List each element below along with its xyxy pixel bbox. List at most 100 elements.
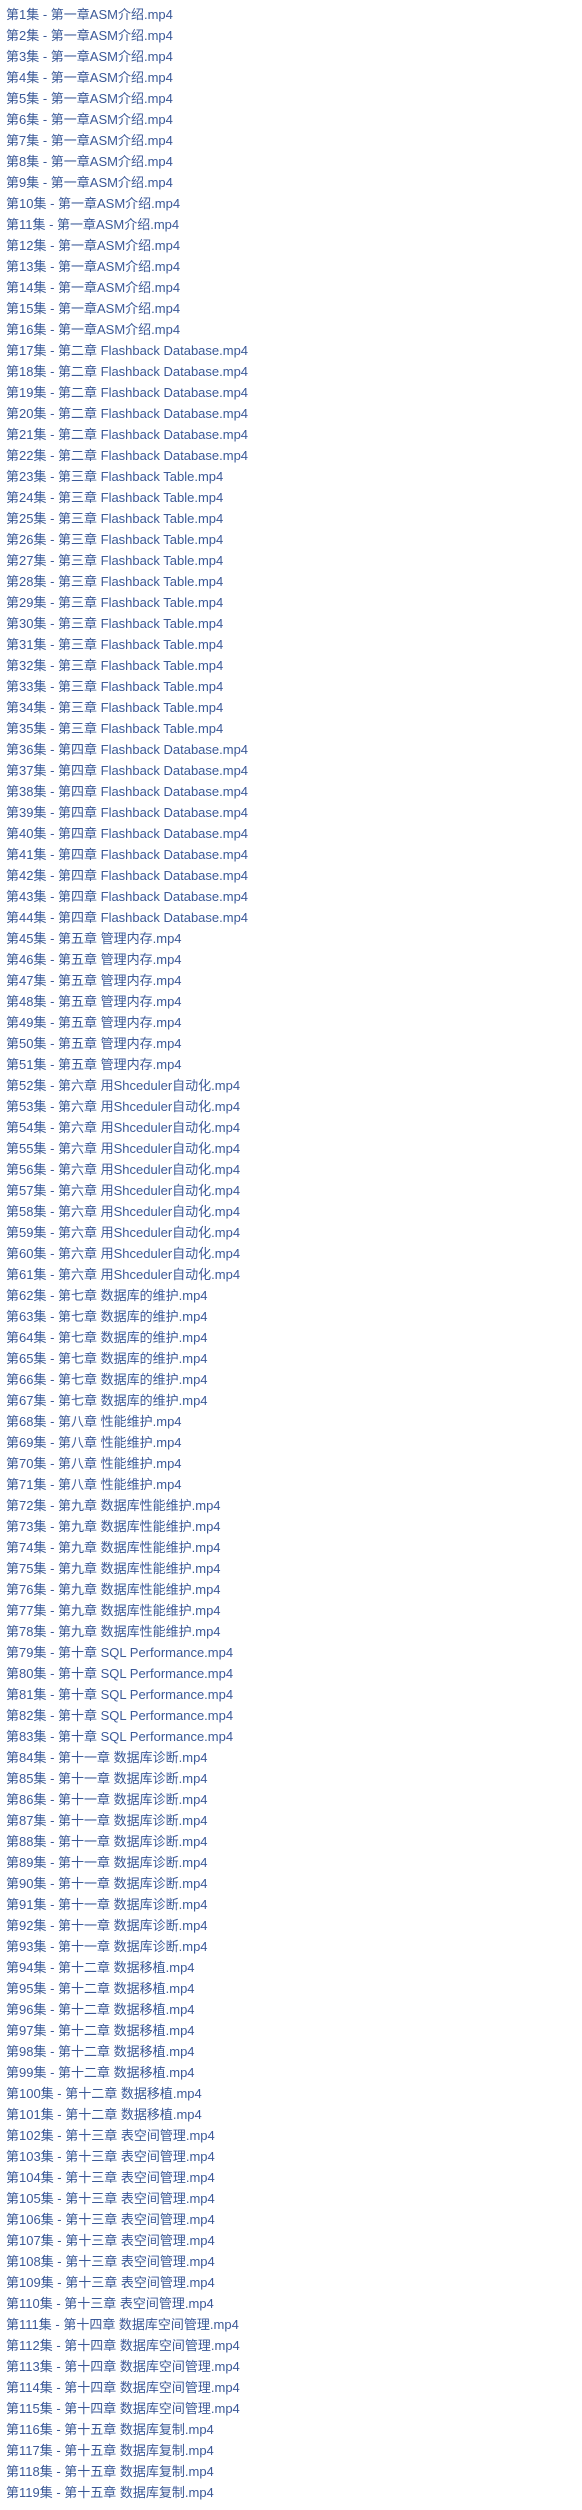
- file-link[interactable]: 第50集 - 第五章 管理内存.mp4: [6, 1033, 576, 1054]
- file-link[interactable]: 第70集 - 第八章 性能维护.mp4: [6, 1453, 576, 1474]
- file-link[interactable]: 第34集 - 第三章 Flashback Table.mp4: [6, 697, 576, 718]
- file-link[interactable]: 第84集 - 第十一章 数据库诊断.mp4: [6, 1747, 576, 1768]
- file-link[interactable]: 第64集 - 第七章 数据库的维护.mp4: [6, 1327, 576, 1348]
- file-link[interactable]: 第6集 - 第一章ASM介绍.mp4: [6, 109, 576, 130]
- file-link[interactable]: 第82集 - 第十章 SQL Performance.mp4: [6, 1705, 576, 1726]
- file-link[interactable]: 第92集 - 第十一章 数据库诊断.mp4: [6, 1915, 576, 1936]
- file-link[interactable]: 第11集 - 第一章ASM介绍.mp4: [6, 214, 576, 235]
- file-link[interactable]: 第29集 - 第三章 Flashback Table.mp4: [6, 592, 576, 613]
- file-link[interactable]: 第83集 - 第十章 SQL Performance.mp4: [6, 1726, 576, 1747]
- file-link[interactable]: 第4集 - 第一章ASM介绍.mp4: [6, 67, 576, 88]
- file-link[interactable]: 第58集 - 第六章 用Shceduler自动化.mp4: [6, 1201, 576, 1222]
- file-link[interactable]: 第86集 - 第十一章 数据库诊断.mp4: [6, 1789, 576, 1810]
- file-link[interactable]: 第3集 - 第一章ASM介绍.mp4: [6, 46, 576, 67]
- file-link[interactable]: 第23集 - 第三章 Flashback Table.mp4: [6, 466, 576, 487]
- file-link[interactable]: 第36集 - 第四章 Flashback Database.mp4: [6, 739, 576, 760]
- file-link[interactable]: 第68集 - 第八章 性能维护.mp4: [6, 1411, 576, 1432]
- file-link[interactable]: 第96集 - 第十二章 数据移植.mp4: [6, 1999, 576, 2020]
- file-link[interactable]: 第91集 - 第十一章 数据库诊断.mp4: [6, 1894, 576, 1915]
- file-link[interactable]: 第60集 - 第六章 用Shceduler自动化.mp4: [6, 1243, 576, 1264]
- file-link[interactable]: 第107集 - 第十三章 表空间管理.mp4: [6, 2230, 576, 2251]
- file-link[interactable]: 第116集 - 第十五章 数据库复制.mp4: [6, 2419, 576, 2440]
- file-link[interactable]: 第10集 - 第一章ASM介绍.mp4: [6, 193, 576, 214]
- file-link[interactable]: 第94集 - 第十二章 数据移植.mp4: [6, 1957, 576, 1978]
- file-link[interactable]: 第75集 - 第九章 数据库性能维护.mp4: [6, 1558, 576, 1579]
- file-link[interactable]: 第93集 - 第十一章 数据库诊断.mp4: [6, 1936, 576, 1957]
- file-link[interactable]: 第53集 - 第六章 用Shceduler自动化.mp4: [6, 1096, 576, 1117]
- file-link[interactable]: 第103集 - 第十三章 表空间管理.mp4: [6, 2146, 576, 2167]
- file-link[interactable]: 第87集 - 第十一章 数据库诊断.mp4: [6, 1810, 576, 1831]
- file-link[interactable]: 第73集 - 第九章 数据库性能维护.mp4: [6, 1516, 576, 1537]
- file-link[interactable]: 第14集 - 第一章ASM介绍.mp4: [6, 277, 576, 298]
- file-link[interactable]: 第97集 - 第十二章 数据移植.mp4: [6, 2020, 576, 2041]
- file-link[interactable]: 第31集 - 第三章 Flashback Table.mp4: [6, 634, 576, 655]
- file-link[interactable]: 第19集 - 第二章 Flashback Database.mp4: [6, 382, 576, 403]
- file-link[interactable]: 第21集 - 第二章 Flashback Database.mp4: [6, 424, 576, 445]
- file-link[interactable]: 第16集 - 第一章ASM介绍.mp4: [6, 319, 576, 340]
- file-link[interactable]: 第61集 - 第六章 用Shceduler自动化.mp4: [6, 1264, 576, 1285]
- file-link[interactable]: 第12集 - 第一章ASM介绍.mp4: [6, 235, 576, 256]
- file-link[interactable]: 第38集 - 第四章 Flashback Database.mp4: [6, 781, 576, 802]
- file-link[interactable]: 第119集 - 第十五章 数据库复制.mp4: [6, 2482, 576, 2503]
- file-link[interactable]: 第39集 - 第四章 Flashback Database.mp4: [6, 802, 576, 823]
- file-link[interactable]: 第27集 - 第三章 Flashback Table.mp4: [6, 550, 576, 571]
- file-link[interactable]: 第46集 - 第五章 管理内存.mp4: [6, 949, 576, 970]
- file-link[interactable]: 第48集 - 第五章 管理内存.mp4: [6, 991, 576, 1012]
- file-link[interactable]: 第37集 - 第四章 Flashback Database.mp4: [6, 760, 576, 781]
- file-link[interactable]: 第77集 - 第九章 数据库性能维护.mp4: [6, 1600, 576, 1621]
- file-link[interactable]: 第15集 - 第一章ASM介绍.mp4: [6, 298, 576, 319]
- file-link[interactable]: 第30集 - 第三章 Flashback Table.mp4: [6, 613, 576, 634]
- file-link[interactable]: 第66集 - 第七章 数据库的维护.mp4: [6, 1369, 576, 1390]
- file-link[interactable]: 第24集 - 第三章 Flashback Table.mp4: [6, 487, 576, 508]
- file-link[interactable]: 第106集 - 第十三章 表空间管理.mp4: [6, 2209, 576, 2230]
- file-link[interactable]: 第5集 - 第一章ASM介绍.mp4: [6, 88, 576, 109]
- file-link[interactable]: 第56集 - 第六章 用Shceduler自动化.mp4: [6, 1159, 576, 1180]
- file-link[interactable]: 第32集 - 第三章 Flashback Table.mp4: [6, 655, 576, 676]
- file-link[interactable]: 第80集 - 第十章 SQL Performance.mp4: [6, 1663, 576, 1684]
- file-link[interactable]: 第98集 - 第十二章 数据移植.mp4: [6, 2041, 576, 2062]
- file-link[interactable]: 第49集 - 第五章 管理内存.mp4: [6, 1012, 576, 1033]
- file-link[interactable]: 第1集 - 第一章ASM介绍.mp4: [6, 4, 576, 25]
- file-link[interactable]: 第109集 - 第十三章 表空间管理.mp4: [6, 2272, 576, 2293]
- file-link[interactable]: 第26集 - 第三章 Flashback Table.mp4: [6, 529, 576, 550]
- file-link[interactable]: 第89集 - 第十一章 数据库诊断.mp4: [6, 1852, 576, 1873]
- file-link[interactable]: 第9集 - 第一章ASM介绍.mp4: [6, 172, 576, 193]
- file-link[interactable]: 第76集 - 第九章 数据库性能维护.mp4: [6, 1579, 576, 1600]
- file-link[interactable]: 第117集 - 第十五章 数据库复制.mp4: [6, 2440, 576, 2461]
- file-link[interactable]: 第72集 - 第九章 数据库性能维护.mp4: [6, 1495, 576, 1516]
- file-link[interactable]: 第45集 - 第五章 管理内存.mp4: [6, 928, 576, 949]
- file-link[interactable]: 第78集 - 第九章 数据库性能维护.mp4: [6, 1621, 576, 1642]
- file-link[interactable]: 第118集 - 第十五章 数据库复制.mp4: [6, 2461, 576, 2482]
- file-link[interactable]: 第13集 - 第一章ASM介绍.mp4: [6, 256, 576, 277]
- file-link[interactable]: 第2集 - 第一章ASM介绍.mp4: [6, 25, 576, 46]
- file-link[interactable]: 第113集 - 第十四章 数据库空间管理.mp4: [6, 2356, 576, 2377]
- file-link[interactable]: 第102集 - 第十三章 表空间管理.mp4: [6, 2125, 576, 2146]
- file-link[interactable]: 第71集 - 第八章 性能维护.mp4: [6, 1474, 576, 1495]
- file-link[interactable]: 第74集 - 第九章 数据库性能维护.mp4: [6, 1537, 576, 1558]
- file-link[interactable]: 第69集 - 第八章 性能维护.mp4: [6, 1432, 576, 1453]
- file-link[interactable]: 第101集 - 第十二章 数据移植.mp4: [6, 2104, 576, 2125]
- file-link[interactable]: 第43集 - 第四章 Flashback Database.mp4: [6, 886, 576, 907]
- file-link[interactable]: 第25集 - 第三章 Flashback Table.mp4: [6, 508, 576, 529]
- file-link[interactable]: 第95集 - 第十二章 数据移植.mp4: [6, 1978, 576, 1999]
- file-link[interactable]: 第42集 - 第四章 Flashback Database.mp4: [6, 865, 576, 886]
- file-link[interactable]: 第22集 - 第二章 Flashback Database.mp4: [6, 445, 576, 466]
- file-link[interactable]: 第41集 - 第四章 Flashback Database.mp4: [6, 844, 576, 865]
- file-link[interactable]: 第88集 - 第十一章 数据库诊断.mp4: [6, 1831, 576, 1852]
- file-link[interactable]: 第115集 - 第十四章 数据库空间管理.mp4: [6, 2398, 576, 2419]
- file-link[interactable]: 第108集 - 第十三章 表空间管理.mp4: [6, 2251, 576, 2272]
- file-link[interactable]: 第111集 - 第十四章 数据库空间管理.mp4: [6, 2314, 576, 2335]
- file-link[interactable]: 第18集 - 第二章 Flashback Database.mp4: [6, 361, 576, 382]
- file-link[interactable]: 第63集 - 第七章 数据库的维护.mp4: [6, 1306, 576, 1327]
- file-link[interactable]: 第8集 - 第一章ASM介绍.mp4: [6, 151, 576, 172]
- file-link[interactable]: 第62集 - 第七章 数据库的维护.mp4: [6, 1285, 576, 1306]
- file-link[interactable]: 第54集 - 第六章 用Shceduler自动化.mp4: [6, 1117, 576, 1138]
- file-link[interactable]: 第85集 - 第十一章 数据库诊断.mp4: [6, 1768, 576, 1789]
- file-link[interactable]: 第59集 - 第六章 用Shceduler自动化.mp4: [6, 1222, 576, 1243]
- file-link[interactable]: 第110集 - 第十三章 表空间管理.mp4: [6, 2293, 576, 2314]
- file-link[interactable]: 第57集 - 第六章 用Shceduler自动化.mp4: [6, 1180, 576, 1201]
- file-link[interactable]: 第20集 - 第二章 Flashback Database.mp4: [6, 403, 576, 424]
- file-link[interactable]: 第55集 - 第六章 用Shceduler自动化.mp4: [6, 1138, 576, 1159]
- file-link[interactable]: 第7集 - 第一章ASM介绍.mp4: [6, 130, 576, 151]
- file-link[interactable]: 第105集 - 第十三章 表空间管理.mp4: [6, 2188, 576, 2209]
